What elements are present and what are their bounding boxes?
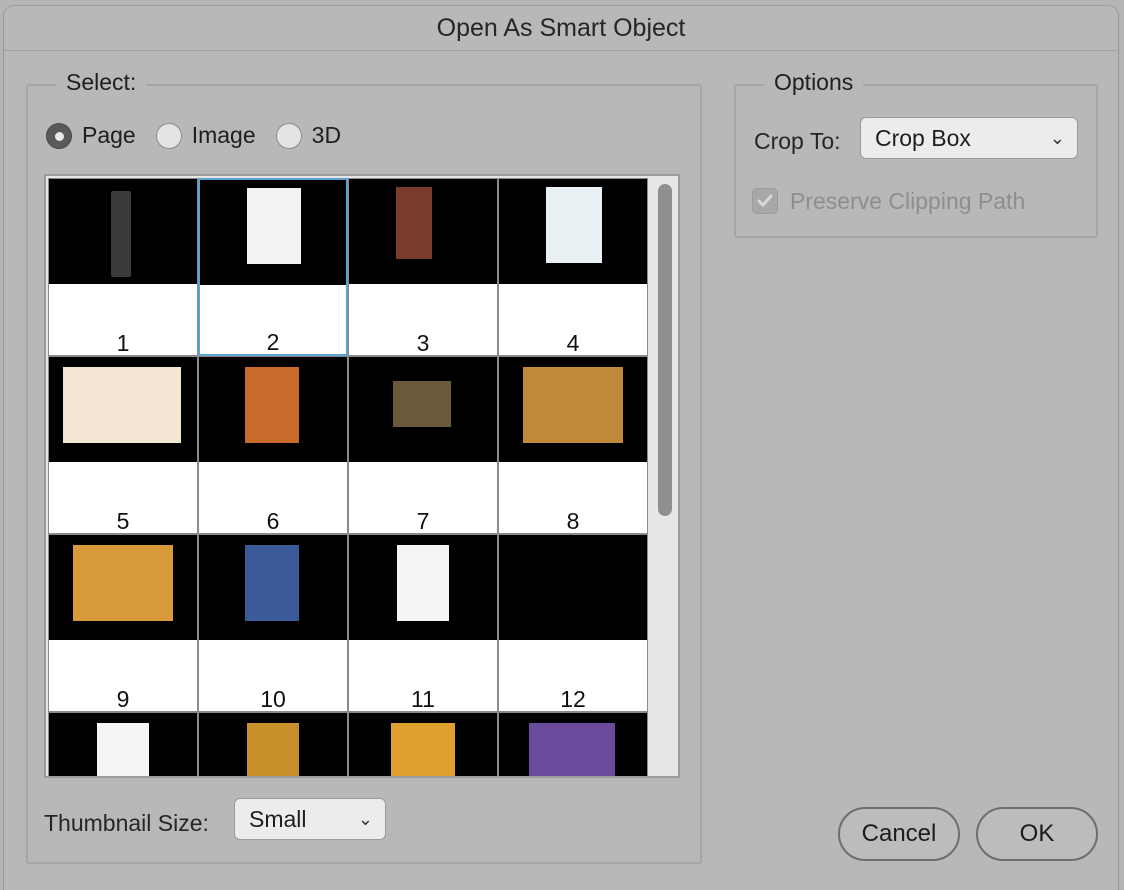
page-number: 4 [566,330,580,356]
thumbnail-image-area [499,713,647,776]
thumbnail-image-area [349,713,497,776]
checkmark-icon [757,194,773,208]
thumbnail-image-area [499,535,647,640]
dialog-title: Open As Smart Object [4,6,1118,51]
page-number: 7 [416,508,430,534]
page-preview-image [63,367,181,443]
radio-3d-indicator[interactable] [275,122,302,149]
page-preview-image [73,545,173,621]
radio-image-label: Image [191,122,256,148]
page-preview-image [393,381,451,427]
page-preview-image [397,545,449,621]
thumbnail-image-area [499,179,647,284]
portfolio-wordmark-image [111,191,131,277]
page-thumbnail-cell[interactable] [348,712,498,776]
radio-page-indicator[interactable] [46,122,72,149]
page-thumbnail-cell[interactable]: 4 [498,178,648,356]
radio-image-indicator[interactable] [155,122,182,149]
thumbnail-image-area [49,179,197,284]
thumbnail-image-area [49,357,197,462]
page-thumbnail-cell[interactable]: 7 [348,356,498,534]
options-legend: Options [764,69,864,96]
page-preview-image [529,723,615,776]
page-number: 10 [260,686,286,712]
thumbnail-image-area [200,180,346,285]
page-thumbnail-cell[interactable]: 1 [48,178,198,356]
select-radio-group: Page Image 3D [46,122,361,149]
thumbnail-image-area [199,357,347,462]
grid-scroll-thumb[interactable] [658,184,672,516]
crop-to-value: Crop Box [875,125,971,151]
thumbnail-image-area [49,713,197,776]
page-thumbnail-cell[interactable]: 11 [348,534,498,712]
page-preview-image [247,188,301,264]
page-preview-image [396,187,432,259]
page-number: 11 [411,686,435,712]
select-legend: Select: [56,69,147,96]
radio-image[interactable]: Image [155,122,256,149]
page-preview-image [245,545,299,621]
page-preview-image [523,367,623,443]
grid-scrollbar[interactable] [654,182,672,772]
page-thumbnail-cell[interactable]: 10 [198,534,348,712]
radio-3d-label: 3D [311,122,342,148]
crop-to-select[interactable]: Crop Box ⌄ [860,117,1078,159]
page-thumbnail-cell[interactable] [498,712,648,776]
thumbnail-size-label: Thumbnail Size: [44,810,209,836]
radio-page-label: Page [82,122,136,148]
page-thumbnail-grid[interactable]: 1 2 3 4 5 6 7 8 9 10 11 12 [44,174,680,778]
page-number: 5 [116,508,130,534]
page-thumbnail-cell[interactable]: 5 [48,356,198,534]
thumbnail-size-value: Small [249,806,307,832]
open-as-smart-object-dialog: Open As Smart Object Select: Page Image … [4,6,1118,890]
page-preview-image [245,367,299,443]
chevron-down-icon: ⌄ [1049,128,1065,148]
thumbnail-image-area [49,535,197,640]
thumbnail-image-area [199,713,347,776]
thumbnail-image-area [349,357,497,462]
page-preview-image [545,545,601,621]
page-preview-image [97,723,149,776]
thumbnail-grid-body: 1 2 3 4 5 6 7 8 9 10 11 12 [48,178,648,776]
page-preview-image [391,723,455,776]
page-thumbnail-cell[interactable]: 9 [48,534,198,712]
page-thumbnail-cell[interactable] [48,712,198,776]
thumbnail-image-area [349,179,497,284]
page-thumbnail-cell[interactable]: 8 [498,356,648,534]
page-number: 1 [116,330,130,356]
page-preview-image [247,723,299,776]
cancel-button[interactable]: Cancel [838,807,960,861]
page-number: 12 [560,686,586,712]
page-thumbnail-cell[interactable] [198,712,348,776]
radio-3d[interactable]: 3D [275,122,342,149]
page-thumbnail-cell[interactable]: 12 [498,534,648,712]
page-number: 2 [266,329,280,355]
crop-to-label: Crop To: [754,128,841,154]
ok-button[interactable]: OK [976,807,1098,861]
thumbnail-size-select[interactable]: Small ⌄ [234,798,386,840]
page-thumbnail-cell[interactable]: 3 [348,178,498,356]
thumbnail-image-area [199,535,347,640]
radio-page[interactable]: Page [46,122,136,149]
chevron-down-icon: ⌄ [357,809,373,829]
thumbnail-image-area [349,535,497,640]
page-number: 9 [116,686,130,712]
thumbnail-image-area [499,357,647,462]
preserve-clipping-checkbox[interactable] [752,188,778,214]
page-thumbnail-cell[interactable]: 2 [198,178,348,356]
page-number: 6 [266,508,280,534]
page-preview-image [546,187,602,263]
page-number: 8 [566,508,580,534]
page-number: 3 [416,330,430,356]
page-thumbnail-cell[interactable]: 6 [198,356,348,534]
preserve-clipping-label: Preserve Clipping Path [790,188,1026,214]
